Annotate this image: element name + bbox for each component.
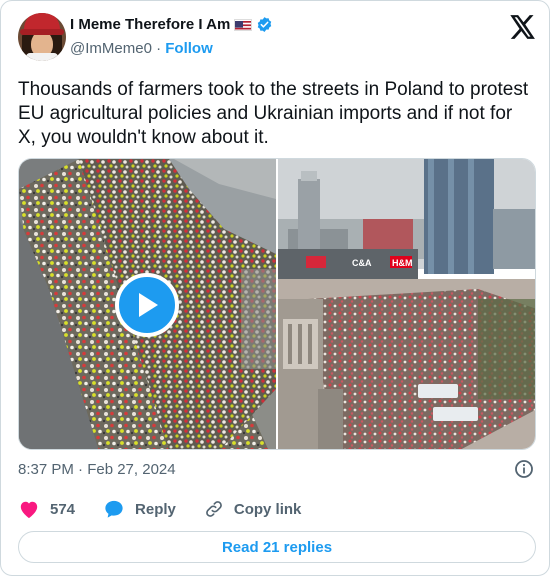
tweet-card: I Meme Therefore I Am @ImMeme0 · Follow [0,0,550,576]
play-icon [139,293,158,317]
copy-link-label: Copy link [233,500,302,518]
avatar-collar [26,53,58,61]
author-avatar[interactable] [18,13,66,61]
action-bar: 574 Reply Copy link [18,499,329,519]
like-button[interactable]: 574 [18,499,75,519]
reply-label: Reply [135,500,176,518]
photo-thumbnail[interactable]: C&A H&M [278,159,535,449]
author-handle-row: @ImMeme0 · Follow [70,40,213,57]
play-button[interactable] [115,273,179,337]
city-crowd-image: C&A H&M [278,159,535,449]
x-logo-icon[interactable] [510,15,536,39]
copy-link-button[interactable]: Copy link [204,499,302,519]
read-replies-button[interactable]: Read 21 replies [18,531,536,563]
avatar-hat-brim [20,29,64,35]
store-sign-hm: H&M [392,258,413,268]
author-handle[interactable]: @ImMeme0 [70,40,152,57]
verified-badge-icon[interactable] [256,16,273,33]
video-thumbnail[interactable] [19,159,276,449]
tweet-timestamp[interactable]: 8:37 PM · Feb 27, 2024 [18,461,176,478]
handle-separator: · [156,40,162,57]
author-display-name[interactable]: I Meme Therefore I Am [70,16,230,33]
tweet-text: Thousands of farmers took to the streets… [18,79,529,148]
follow-button[interactable]: Follow [165,40,213,57]
reply-button[interactable]: Reply [103,499,176,519]
media-grid: C&A H&M [18,158,536,450]
us-flag-icon [234,18,253,31]
reply-bubble-icon [105,500,123,518]
heart-icon [20,501,38,519]
author-name-row: I Meme Therefore I Am [70,16,273,33]
like-count: 574 [50,500,76,518]
store-sign-ca: C&A [352,258,372,268]
info-icon[interactable] [514,459,534,479]
link-icon [206,501,222,517]
